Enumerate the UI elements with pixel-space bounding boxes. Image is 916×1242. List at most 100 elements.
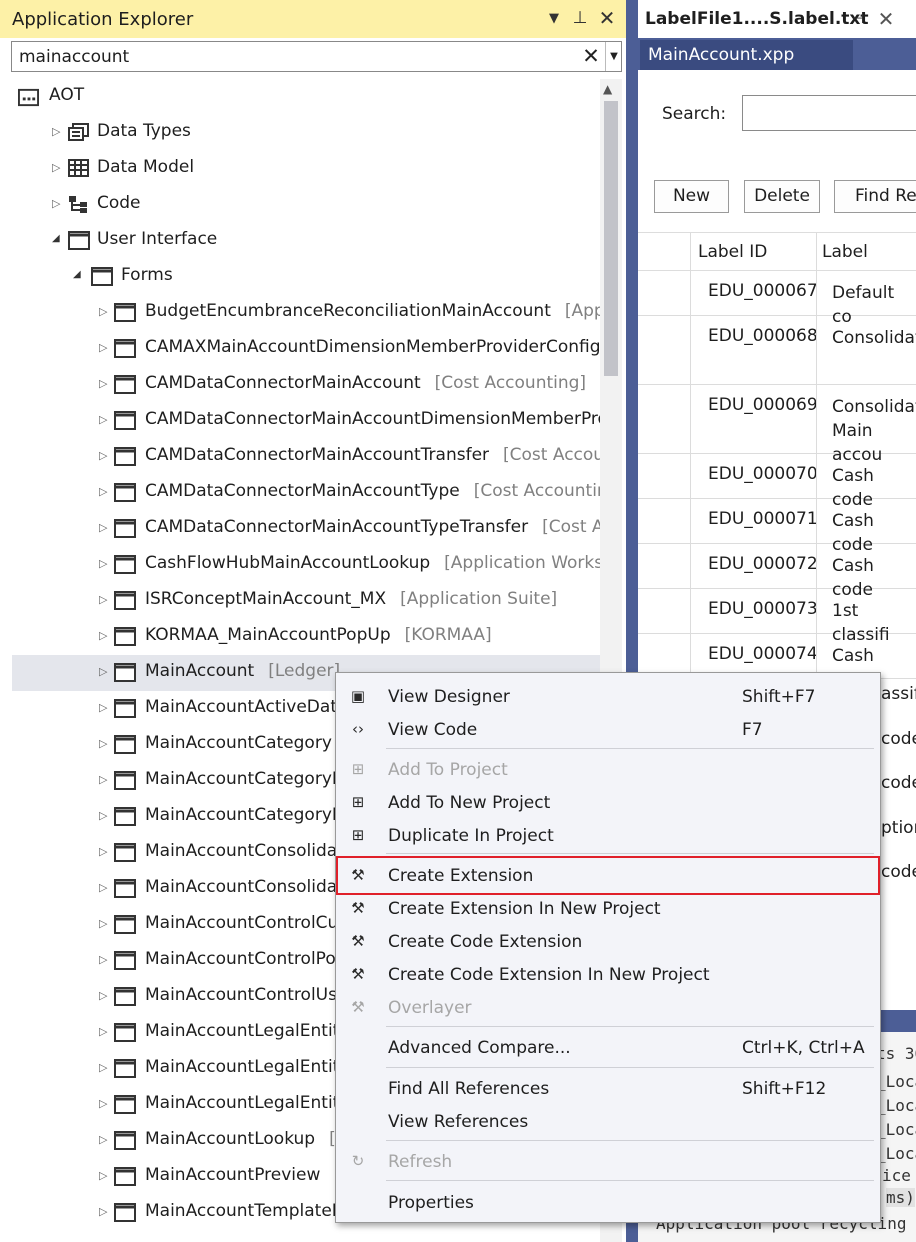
pin-icon[interactable]: ⊣	[848, 11, 868, 27]
collapsed-arrow-icon[interactable]: ▷	[99, 1205, 107, 1218]
menu-item-create-code-extension-in-new-project[interactable]: ⚒ Create Code Extension In New Project	[338, 959, 878, 992]
tree-node[interactable]: ▷ CAMDataConnectorMainAccountType [Cost Ac…	[0, 475, 600, 511]
collapsed-arrow-icon[interactable]: ▷	[99, 485, 107, 498]
column-header-label-id[interactable]: Label ID	[698, 242, 767, 262]
tree-node[interactable]: ▷ CAMDataConnectorMainAccount [Cost Accoun…	[0, 367, 600, 403]
menu-item-create-extension-in-new-project[interactable]: ⚒ Create Extension In New Project	[338, 893, 878, 926]
menu-item-view-code[interactable]: ‹› View Code F7	[338, 714, 878, 747]
collapsed-arrow-icon[interactable]: ▷	[99, 413, 107, 426]
tree-node-label: CAMAXMainAccountDimensionMemberProviderC…	[145, 337, 600, 357]
pin-icon[interactable]: ⊥	[570, 8, 590, 28]
dropdown-icon[interactable]: ▼	[544, 11, 564, 26]
close-icon[interactable]: ✕	[597, 6, 617, 30]
collapsed-arrow-icon[interactable]: ▷	[99, 557, 107, 570]
search-input[interactable]	[12, 42, 577, 71]
scroll-up-icon[interactable]: ▲	[603, 82, 612, 96]
label-row[interactable]: EDU_000068 Consolidat	[638, 316, 916, 385]
collapsed-arrow-icon[interactable]: ▷	[99, 917, 107, 930]
tree-node[interactable]: ▷ CAMDataConnectorMainAccountDimensionMem…	[0, 403, 600, 439]
menu-item-shortcut: Shift+F12	[742, 1079, 827, 1099]
tree-node-label: MainAccountLegalEntity	[145, 1021, 349, 1041]
collapsed-arrow-icon[interactable]: ▷	[52, 197, 60, 210]
collapsed-arrow-icon[interactable]: ▷	[99, 377, 107, 390]
label-search-input[interactable]	[742, 95, 916, 131]
form-icon	[114, 1203, 136, 1222]
collapsed-arrow-icon[interactable]: ▷	[52, 125, 60, 138]
tab-mainaccount-xpp[interactable]: MainAccount.xpp	[640, 40, 853, 70]
label-id-cell: EDU_000069	[708, 395, 818, 415]
tree-node-label: MainAccountCategory	[145, 733, 332, 753]
menu-item-add-to-new-project[interactable]: ⊞ Add To New Project	[338, 787, 878, 820]
column-header-label[interactable]: Label	[822, 242, 868, 262]
collapsed-arrow-icon[interactable]: ▷	[99, 1133, 107, 1146]
close-tab-icon[interactable]: ✕	[876, 7, 896, 31]
new-button[interactable]: New	[654, 180, 729, 213]
tree-node-aot[interactable]: AOT	[0, 79, 600, 115]
node-module: [Applica	[564, 301, 600, 321]
menu-item-create-code-extension[interactable]: ⚒ Create Code Extension	[338, 926, 878, 959]
menu-item-shortcut: Ctrl+K, Ctrl+A	[742, 1038, 865, 1058]
collapsed-arrow-icon[interactable]: ▷	[99, 701, 107, 714]
collapsed-arrow-icon[interactable]: ▷	[99, 593, 107, 606]
menu-item-advanced-compare[interactable]: Advanced Compare... Ctrl+K, Ctrl+A	[338, 1032, 878, 1065]
tree-node[interactable]: ▷ ISRConceptMainAccount_MX [Application Su…	[0, 583, 600, 619]
node-module: [Cost Accounting]	[434, 373, 587, 393]
tree-node[interactable]: ▷ Data Model	[0, 151, 600, 187]
search-dropdown-icon[interactable]: ▼	[605, 42, 622, 71]
menu-item-add-to-project[interactable]: ⊞ Add To Project	[338, 754, 878, 787]
menu-item-find-all-references[interactable]: Find All References Shift+F12	[338, 1073, 878, 1106]
menu-item-view-designer[interactable]: ▣ View Designer Shift+F7	[338, 681, 878, 714]
label-row[interactable]: EDU_000072 Cash code	[638, 544, 916, 600]
collapsed-arrow-icon[interactable]: ▷	[99, 953, 107, 966]
collapsed-arrow-icon[interactable]: ▷	[99, 305, 107, 318]
menu-item-view-references[interactable]: View References	[338, 1106, 878, 1139]
collapsed-arrow-icon[interactable]: ▷	[99, 665, 107, 678]
collapsed-arrow-icon[interactable]: ▷	[99, 1097, 107, 1110]
tab-label-file[interactable]: LabelFile1....S.label.txt ⊣ ✕	[638, 0, 916, 38]
delete-button[interactable]: Delete	[744, 180, 820, 213]
collapsed-arrow-icon[interactable]: ▷	[99, 521, 107, 534]
tree-node[interactable]: ▷ BudgetEncumbranceReconciliationMainAcco…	[0, 295, 600, 331]
node-name: CAMDataConnectorMainAccountTypeTransfer	[145, 517, 529, 537]
collapsed-arrow-icon[interactable]: ▷	[99, 809, 107, 822]
output-line: _Loca	[876, 1120, 916, 1139]
menu-item-properties[interactable]: Properties	[338, 1187, 878, 1220]
collapsed-arrow-icon[interactable]: ▷	[99, 881, 107, 894]
label-row[interactable]: EDU_000067 Default co	[638, 271, 916, 327]
form-icon	[68, 231, 90, 250]
menu-item-refresh[interactable]: ↻ Refresh	[338, 1146, 878, 1179]
collapsed-arrow-icon[interactable]: ▷	[99, 773, 107, 786]
find-references-button[interactable]: Find Ref	[834, 180, 916, 213]
collapsed-arrow-icon[interactable]: ▷	[99, 845, 107, 858]
collapsed-arrow-icon[interactable]: ▷	[99, 449, 107, 462]
collapsed-arrow-icon[interactable]: ▷	[99, 1169, 107, 1182]
expanded-arrow-icon[interactable]: ◢	[52, 233, 60, 244]
label-row[interactable]: EDU_000070 Cash code	[638, 454, 916, 510]
label-row[interactable]: EDU_000069 Consolidat Main accou	[638, 385, 916, 465]
collapsed-arrow-icon[interactable]: ▷	[99, 341, 107, 354]
tree-node[interactable]: ◢ User Interface	[0, 223, 600, 259]
tree-node[interactable]: ▷ CashFlowHubMainAccountLookup [Applicatio…	[0, 547, 600, 583]
scrollbar-thumb[interactable]	[604, 101, 618, 376]
tree-node[interactable]: ▷ CAMDataConnectorMainAccountTransfer [Cos…	[0, 439, 600, 475]
expanded-arrow-icon[interactable]: ◢	[73, 269, 81, 280]
collapsed-arrow-icon[interactable]: ▷	[99, 1025, 107, 1038]
tree-node[interactable]: ▷ KORMAA_MainAccountPopUp [KORMAA]	[0, 619, 600, 655]
collapsed-arrow-icon[interactable]: ▷	[99, 1061, 107, 1074]
menu-item-overlayer[interactable]: ⚒ Overlayer	[338, 992, 878, 1025]
label-row[interactable]: EDU_000071 Cash code	[638, 499, 916, 555]
tree-node[interactable]: ▷ Code	[0, 187, 600, 223]
menu-item-duplicate-in-project[interactable]: ⊞ Duplicate In Project	[338, 820, 878, 853]
tree-node[interactable]: ◢ Forms	[0, 259, 600, 295]
label-row[interactable]: EDU_000073 1st classifi	[638, 589, 916, 645]
collapsed-arrow-icon[interactable]: ▷	[99, 629, 107, 642]
menu-separator	[386, 748, 874, 749]
tree-node[interactable]: ▷ Data Types	[0, 115, 600, 151]
tree-node[interactable]: ▷ CAMAXMainAccountDimensionMemberProvider…	[0, 331, 600, 367]
collapsed-arrow-icon[interactable]: ▷	[99, 737, 107, 750]
menu-item-create-extension[interactable]: ⚒ Create Extension	[336, 856, 880, 895]
tree-node[interactable]: ▷ CAMDataConnectorMainAccountTypeTransfer…	[0, 511, 600, 547]
clear-search-icon[interactable]: ✕	[579, 44, 603, 68]
collapsed-arrow-icon[interactable]: ▷	[99, 989, 107, 1002]
collapsed-arrow-icon[interactable]: ▷	[52, 161, 60, 174]
